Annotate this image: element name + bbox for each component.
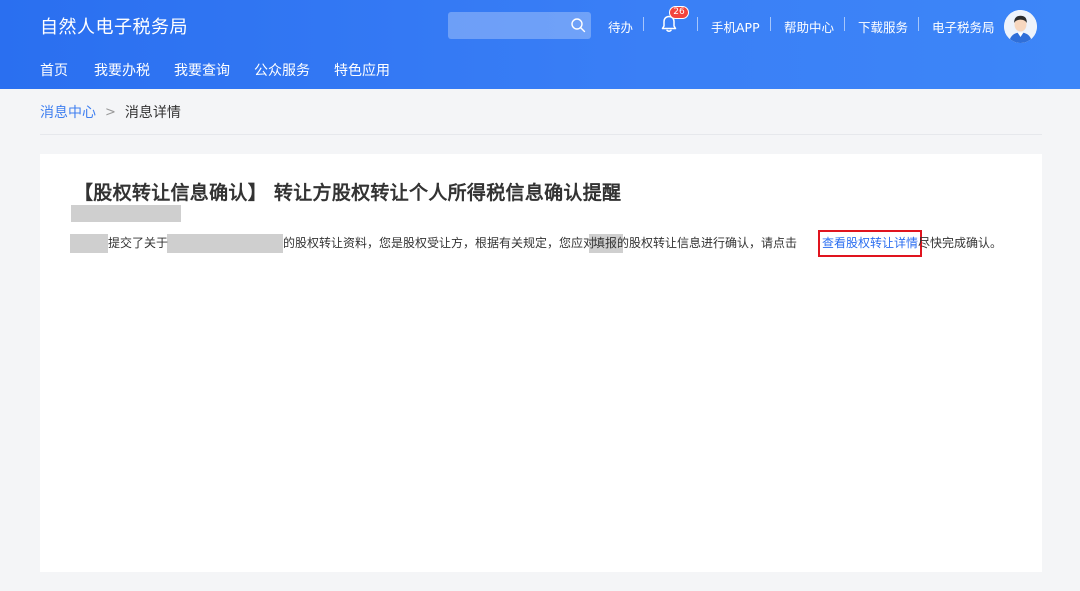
message-title: 【股权转让信息确认】 转让方股权转让个人所得税信息确认提醒	[74, 182, 622, 204]
nav-item-query[interactable]: 我要查询	[174, 60, 230, 80]
download-service-link[interactable]: 下载服务	[858, 17, 908, 36]
breadcrumb-current: 消息详情	[124, 105, 181, 121]
breadcrumb-message-center[interactable]: 消息中心	[40, 102, 96, 122]
message-text: 的股权转让资料，您是股权受让方，根据有关规定，您应对	[283, 236, 596, 250]
nav-item-home[interactable]: 首页	[40, 60, 68, 80]
redacted-date	[71, 205, 181, 222]
top-header: 自然人电子税务局 待办 26 手机APP 帮助中心 下载服务 电子税务局 首页 …	[0, 0, 1080, 89]
divider	[643, 17, 644, 31]
breadcrumb: 消息中心 > 消息详情	[40, 102, 181, 122]
message-detail-card: 【股权转让信息确认】 转让方股权转让个人所得税信息确认提醒 提交了关于 的股权转…	[40, 154, 1042, 572]
avatar[interactable]	[1004, 10, 1037, 43]
search-input[interactable]	[448, 12, 591, 39]
help-center-link[interactable]: 帮助中心	[784, 17, 834, 36]
nav-item-handle-tax[interactable]: 我要办税	[94, 60, 150, 80]
nav-item-special-apps[interactable]: 特色应用	[334, 60, 390, 80]
mobile-app-link[interactable]: 手机APP	[711, 17, 760, 36]
notification-badge: 26	[669, 6, 689, 19]
app-title: 自然人电子税务局	[40, 17, 188, 38]
e-tax-bureau-link[interactable]: 电子税务局	[932, 17, 995, 36]
view-equity-transfer-details-link[interactable]: 查看股权转让详情	[817, 230, 923, 257]
message-text: 填报的股权转让信息进行确认，请点击	[593, 236, 798, 250]
message-body: 提交了关于 的股权转让资料，您是股权受让方，根据有关规定，您应对 填报的股权转让…	[70, 230, 1040, 257]
search-icon[interactable]	[570, 17, 586, 33]
todo-link[interactable]: 待办	[608, 17, 633, 36]
divider	[844, 17, 845, 31]
chevron-right-icon: >	[105, 104, 116, 120]
nav-item-public-service[interactable]: 公众服务	[254, 60, 310, 80]
divider	[40, 134, 1042, 135]
message-text: 尽快完成确认。	[918, 236, 1003, 250]
divider	[918, 17, 919, 31]
message-text: 提交了关于	[108, 236, 169, 250]
user-avatar-icon	[1004, 10, 1037, 43]
divider	[697, 17, 698, 31]
divider	[770, 17, 771, 31]
